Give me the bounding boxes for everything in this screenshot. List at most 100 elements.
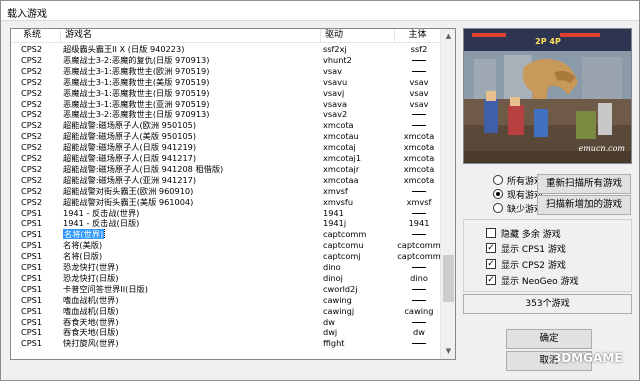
row-parent: xmcota <box>403 174 435 185</box>
table-row[interactable]: CPS2 超能战警:磁场原子人(日版 941208 租借版) xmcotajr xmc… <box>11 164 441 174</box>
row-name: 名将(美版) <box>63 240 313 250</box>
row-name: 超能战警:磁场原子人(欧洲 950105) <box>63 120 313 130</box>
ok-button[interactable]: 确定 <box>506 329 592 349</box>
row-parent: 1941 <box>408 218 430 229</box>
table-row[interactable]: CPS2 恶魔战士3-1:恶魔救世主(欧洲 970519) vsav <box>11 66 441 76</box>
row-parent <box>397 66 441 76</box>
empty-parent-dash <box>412 321 426 323</box>
rescan-all-button[interactable]: 重新扫描所有游戏 <box>537 174 631 194</box>
game-count-label: 353个游戏 <box>463 294 632 314</box>
scroll-down-icon[interactable]: ▼ <box>441 344 455 359</box>
row-system: CPS1 <box>21 327 43 338</box>
checkbox-show-neogeo-box[interactable]: ✓ <box>486 275 496 285</box>
table-row[interactable]: CPS1 名将(美版) captcomu captcomm <box>11 240 441 250</box>
scroll-thumb[interactable] <box>443 255 454 302</box>
row-driver: dino <box>323 262 341 272</box>
table-row[interactable]: CPS1 名将(日版) captcomj captcomm <box>11 251 441 261</box>
row-driver: vsavj <box>323 87 345 98</box>
empty-parent-dash <box>412 299 426 301</box>
table-row[interactable]: CPS2 超能战警:磁场原子人(美版 950105) xmcotau xmcota <box>11 131 441 141</box>
row-name-text: 恶魔战士3-2:恶魔救世主(日版 970913) <box>63 109 210 120</box>
list-scrollbar[interactable]: ▲ ▼ <box>440 29 455 359</box>
row-driver: cawing <box>323 294 352 305</box>
table-row[interactable]: CPS2 恶魔战士3-1:恶魔救世主(日版 970519) vsavj vsav <box>11 88 441 98</box>
empty-parent-dash <box>412 267 426 268</box>
row-parent: dw <box>413 327 425 338</box>
table-row[interactable]: CPS2 超级霸头霸王II X (日版 940223) ssf2xj ssf2 <box>11 44 441 54</box>
row-name-text: 超级霸头霸王II X (日版 940223) <box>63 44 185 54</box>
row-system: CPS1 <box>21 229 43 240</box>
row-driver: dwj <box>323 327 338 338</box>
table-row[interactable]: CPS1 恐龙快打(日版) dinoj dino <box>11 273 441 283</box>
header-system[interactable]: 系统 <box>11 29 61 43</box>
row-name: 名将(日版) <box>63 251 313 261</box>
row-driver: vsava <box>323 98 347 109</box>
row-driver: xmcota <box>323 120 354 131</box>
empty-parent-dash <box>412 114 426 116</box>
table-row[interactable]: CPS2 恶魔战士3-2:恶魔救世主(日版 970913) vsav2 <box>11 109 441 119</box>
checkbox-hide-extra-box[interactable] <box>486 228 496 238</box>
header-driver[interactable]: 驱动 <box>321 29 395 43</box>
checkbox-show-cps2-box[interactable]: ✓ <box>486 259 496 269</box>
table-row[interactable]: CPS1 1941 - 反击战(日版) 1941j 1941 <box>11 218 441 228</box>
table-row[interactable]: CPS1 嗜血战机(日版) cawingj cawing <box>11 306 441 316</box>
game-list[interactable]: 系统 游戏名 驱动 主体 CPS2 超级霸头霸王II X (日版 940223) s… <box>10 28 456 360</box>
radio-all-indicator[interactable] <box>493 175 503 185</box>
row-system: CPS1 <box>21 218 43 229</box>
row-name-text: 1941 - 反击战(世界) <box>63 207 140 218</box>
table-row[interactable]: CPS1 嗜血战机(世界) cawing <box>11 295 441 305</box>
row-parent <box>397 208 441 218</box>
row-name: 吞食天地(日版) <box>63 327 313 337</box>
table-row[interactable]: CPS1 吞食天地(世界) dw <box>11 317 441 327</box>
table-row[interactable]: CPS1 恐龙快打(世界) dino <box>11 262 441 272</box>
table-row[interactable]: CPS1 吞食天地(日版) dwj dw <box>11 327 441 337</box>
row-name-text: 恶魔战士3-1:恶魔救世主(欧洲 970519) <box>63 65 210 76</box>
table-row[interactable]: CPS2 超能战警:磁场原子人(日版 941217) xmcotaj1 xmcota <box>11 153 441 163</box>
radio-missing-indicator[interactable] <box>493 203 503 213</box>
table-row[interactable]: CPS2 超能战警:磁场原子人(欧洲 950105) xmcota <box>11 120 441 130</box>
row-parent: vsav <box>409 87 429 98</box>
scroll-up-icon[interactable]: ▲ <box>441 29 455 44</box>
row-driver: 1941j <box>323 218 347 229</box>
header-parent[interactable]: 主体 <box>395 29 441 43</box>
row-parent: xmcota <box>403 163 435 174</box>
scan-new-button[interactable]: 扫描新增加的游戏 <box>537 195 631 215</box>
row-parent: dino <box>410 272 428 283</box>
table-row[interactable]: CPS1 卡普空问答世界II(日版) cworld2j <box>11 284 441 294</box>
header-name[interactable]: 游戏名 <box>61 29 321 43</box>
row-name: 恶魔战士3-1:恶魔救世主(亚洲 970519) <box>63 99 313 109</box>
row-parent: vsav <box>409 76 429 87</box>
radio-existing-indicator[interactable] <box>493 189 503 199</box>
table-row[interactable]: CPS2 超能战警:磁场原子人(日版 941219) xmcotaj xmcota <box>11 142 441 152</box>
table-row[interactable]: CPS2 超能战警:磁场原子人(亚洲 941217) xmcotaa xmcota <box>11 175 441 185</box>
checkbox-hide-extra-label: 隐藏 多余 游戏 <box>501 230 561 240</box>
row-parent: xmcota <box>403 153 435 163</box>
row-name-text: 超能战警:磁场原子人(日版 941208 租借版) <box>63 163 224 174</box>
table-row[interactable]: CPS1 1941 - 反击战(世界) 1941 <box>11 208 441 218</box>
checkbox-show-cps1-box[interactable]: ✓ <box>486 243 496 253</box>
table-row[interactable]: CPS2 恶魔战士3-1:恶魔救世主(亚洲 970519) vsava vsav <box>11 99 441 109</box>
load-game-dialog: 载入游戏 系统 游戏名 驱动 主体 CPS2 超级霸头霸王II X (日版 940… <box>0 0 640 381</box>
row-driver: xmvsfu <box>323 196 354 207</box>
row-name: 超级霸头霸王II X (日版 940223) <box>63 44 313 54</box>
table-row[interactable]: CPS2 超能战警对街头霸王(欧洲 960910) xmvsf <box>11 186 441 196</box>
row-driver: xmcotaj <box>323 142 356 153</box>
table-row[interactable]: CPS1 快打旋风(世界) ffight <box>11 338 441 348</box>
row-parent: xmcota <box>403 131 435 142</box>
row-driver: vsav <box>323 65 342 76</box>
table-row[interactable]: CPS1 名将(世界) captcomm <box>11 229 441 240</box>
table-row[interactable]: CPS2 恶魔战士3-1:恶魔救世主(美版 970519) vsavu vsav <box>11 77 441 87</box>
row-name-text: 吞食天地(日版) <box>63 327 119 338</box>
row-name: 恶魔战士3-1:恶魔救世主(日版 970519) <box>63 88 313 98</box>
row-parent <box>397 338 441 348</box>
row-parent <box>397 55 441 65</box>
row-name: 1941 - 反击战(日版) <box>63 218 313 228</box>
table-row[interactable]: CPS2 恶魔战士3-2:恶魔的复仇(日版 970913) vhunt2 <box>11 55 441 65</box>
row-system: CPS1 <box>21 316 43 327</box>
game-preview-image: 2P 4P emucn.com <box>463 28 632 164</box>
table-row[interactable]: CPS2 超能战警对街头霸王(美版 961004) xmvsfu xmvsf <box>11 197 441 207</box>
row-driver: ffight <box>323 338 345 349</box>
empty-parent-dash <box>412 190 426 192</box>
row-name-text: 恶魔战士3-1:恶魔救世主(美版 970519) <box>63 76 210 87</box>
row-name: 恐龙快打(世界) <box>63 262 313 272</box>
